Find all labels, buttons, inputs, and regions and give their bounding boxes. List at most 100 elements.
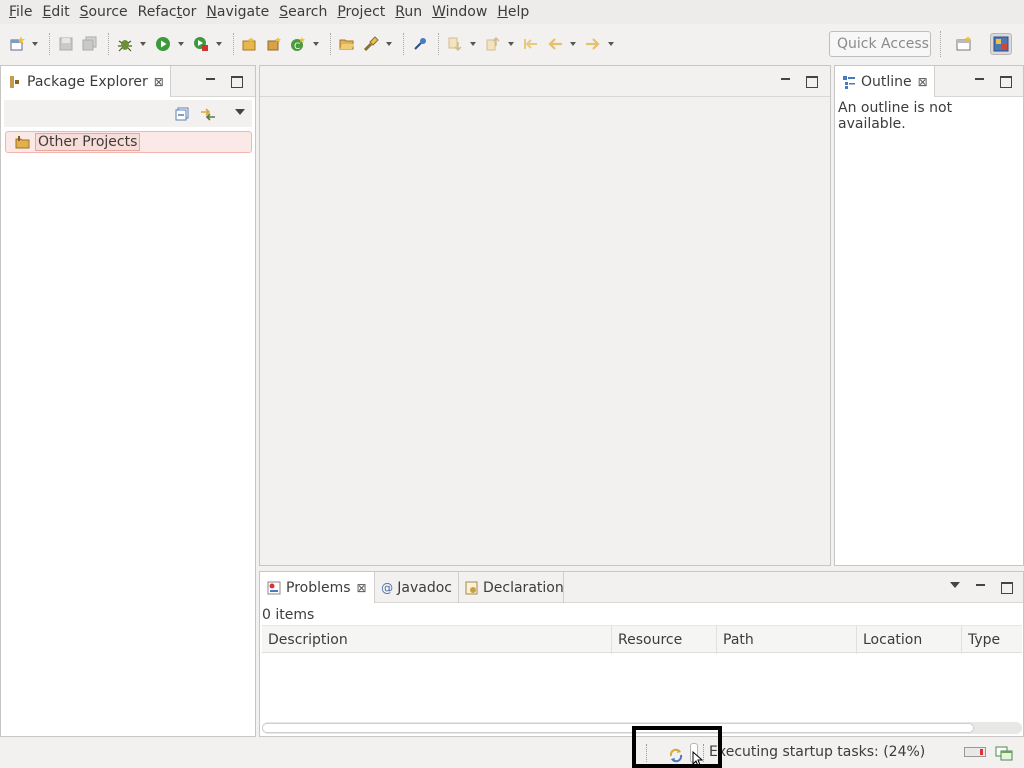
menu-search-label: earch [288, 4, 328, 20]
menu-help-mnemonic: H [497, 4, 508, 20]
flashlight-icon [363, 36, 379, 52]
tree-item-other-projects[interactable]: Other Projects [5, 131, 252, 153]
menu-window-mnemonic: W [432, 4, 446, 20]
toggle-mark-occurrences-button[interactable] [409, 33, 431, 55]
column-header-type[interactable]: Type [962, 626, 1022, 654]
link-with-editor-button[interactable] [199, 106, 217, 126]
tab-package-explorer[interactable]: Package Explorer ⊠ [1, 66, 171, 97]
back-dropdown[interactable] [568, 33, 578, 55]
search-button[interactable] [360, 33, 382, 55]
menu-navigate[interactable]: Navigate [201, 4, 274, 20]
new-class-dropdown[interactable] [311, 33, 321, 55]
problems-icon [266, 580, 282, 596]
toolbar-separator [438, 33, 439, 55]
tab-outline[interactable]: Outline ⊠ [835, 66, 935, 97]
heap-status[interactable] [964, 747, 986, 757]
close-icon[interactable]: ⊠ [154, 75, 164, 89]
outline-panel: Outline ⊠ An outline is not available. [834, 65, 1024, 566]
open-type-button[interactable] [336, 33, 358, 55]
column-header-location[interactable]: Location [857, 626, 962, 654]
collapse-all-icon [175, 107, 189, 121]
back-button[interactable] [544, 33, 566, 55]
menu-search[interactable]: Search [274, 4, 332, 20]
debug-button[interactable] [114, 33, 136, 55]
tree-item-label: Other Projects [35, 133, 141, 151]
next-annotation-button[interactable] [444, 33, 466, 55]
previous-annotation-button[interactable] [482, 33, 504, 55]
menu-file-mnemonic: F [9, 4, 17, 20]
menu-project[interactable]: Project [332, 4, 390, 20]
minimize-button[interactable] [204, 74, 218, 88]
menu-edit-mnemonic: E [42, 4, 52, 20]
column-header-resource[interactable]: Resource [612, 626, 717, 654]
save-button[interactable] [55, 33, 77, 55]
forward-button[interactable] [582, 33, 604, 55]
search-dropdown[interactable] [384, 33, 394, 55]
maximize-button[interactable] [999, 74, 1013, 88]
view-menu-button[interactable] [950, 582, 960, 588]
working-set-icon [15, 136, 30, 149]
show-view-button[interactable] [995, 745, 1013, 765]
save-icon [59, 37, 73, 51]
tab-declaration[interactable]: Declaration [459, 572, 564, 603]
bug-icon [118, 40, 132, 52]
new-wizard-button[interactable] [6, 33, 28, 55]
maximize-button[interactable] [230, 74, 244, 88]
new-java-class-button[interactable]: C [287, 33, 309, 55]
external-tools-dropdown[interactable] [214, 33, 224, 55]
column-header-description[interactable]: Description [262, 626, 612, 654]
minimize-button[interactable] [974, 580, 988, 594]
menu-refactor[interactable]: Refactor [133, 4, 202, 20]
menu-bar: File Edit Source Refactor Navigate Searc… [0, 0, 1024, 24]
status-progress-text: Executing startup tasks: (24%) [709, 744, 926, 760]
menu-run-label: un [404, 4, 423, 20]
menu-run[interactable]: Run [390, 4, 427, 20]
debug-dropdown[interactable] [138, 33, 148, 55]
scrollbar-thumb[interactable] [262, 723, 974, 733]
open-perspective-button[interactable] [953, 33, 975, 55]
run-button[interactable] [152, 33, 174, 55]
quick-access-field[interactable]: Quick Access [829, 31, 931, 57]
menu-source-label: ource [88, 4, 128, 20]
view-menu-button[interactable] [235, 109, 245, 115]
new-wizard-dropdown[interactable] [30, 33, 40, 55]
menu-edit[interactable]: Edit [37, 4, 74, 20]
tab-javadoc[interactable]: @ Javadoc [375, 572, 459, 603]
toolbar-separator [330, 33, 331, 55]
external-tools-icon [194, 37, 208, 51]
column-header-path[interactable]: Path [717, 626, 857, 654]
maximize-button[interactable] [1000, 580, 1014, 594]
minimize-button[interactable] [973, 74, 987, 88]
java-perspective-button[interactable] [990, 33, 1012, 55]
last-edit-location-button[interactable] [520, 33, 542, 55]
previous-annotation-icon [486, 36, 500, 51]
close-icon[interactable]: ⊠ [918, 75, 928, 89]
menu-project-mnemonic: P [337, 4, 346, 20]
previous-annotation-dropdown[interactable] [506, 33, 516, 55]
last-edit-icon [524, 39, 537, 49]
toolbar-separator [108, 33, 109, 55]
svg-text:C: C [294, 42, 300, 52]
tab-problems[interactable]: Problems ⊠ [260, 572, 375, 603]
next-annotation-dropdown[interactable] [468, 33, 478, 55]
maximize-button[interactable] [805, 74, 819, 88]
problems-table-header: Description Resource Path Location Type [262, 625, 1022, 654]
menu-window[interactable]: Window [427, 4, 492, 20]
outline-message: An outline is not available. [838, 100, 953, 132]
close-icon[interactable]: ⊠ [357, 581, 367, 595]
menu-help[interactable]: Help [492, 4, 534, 20]
new-java-project-button[interactable] [239, 33, 261, 55]
menu-search-mnemonic: S [279, 4, 289, 20]
menu-run-mnemonic: R [395, 4, 405, 20]
run-dropdown[interactable] [176, 33, 186, 55]
menu-file[interactable]: File [4, 4, 37, 20]
minimize-button[interactable] [779, 74, 793, 88]
new-icon [10, 36, 25, 51]
save-all-button[interactable] [79, 33, 101, 55]
menu-refactor-pre: Refac [137, 4, 177, 20]
collapse-all-button[interactable] [174, 106, 190, 126]
menu-source[interactable]: Source [75, 4, 133, 20]
new-java-package-button[interactable] [263, 33, 285, 55]
run-external-tools-button[interactable] [190, 33, 212, 55]
forward-dropdown[interactable] [606, 33, 616, 55]
